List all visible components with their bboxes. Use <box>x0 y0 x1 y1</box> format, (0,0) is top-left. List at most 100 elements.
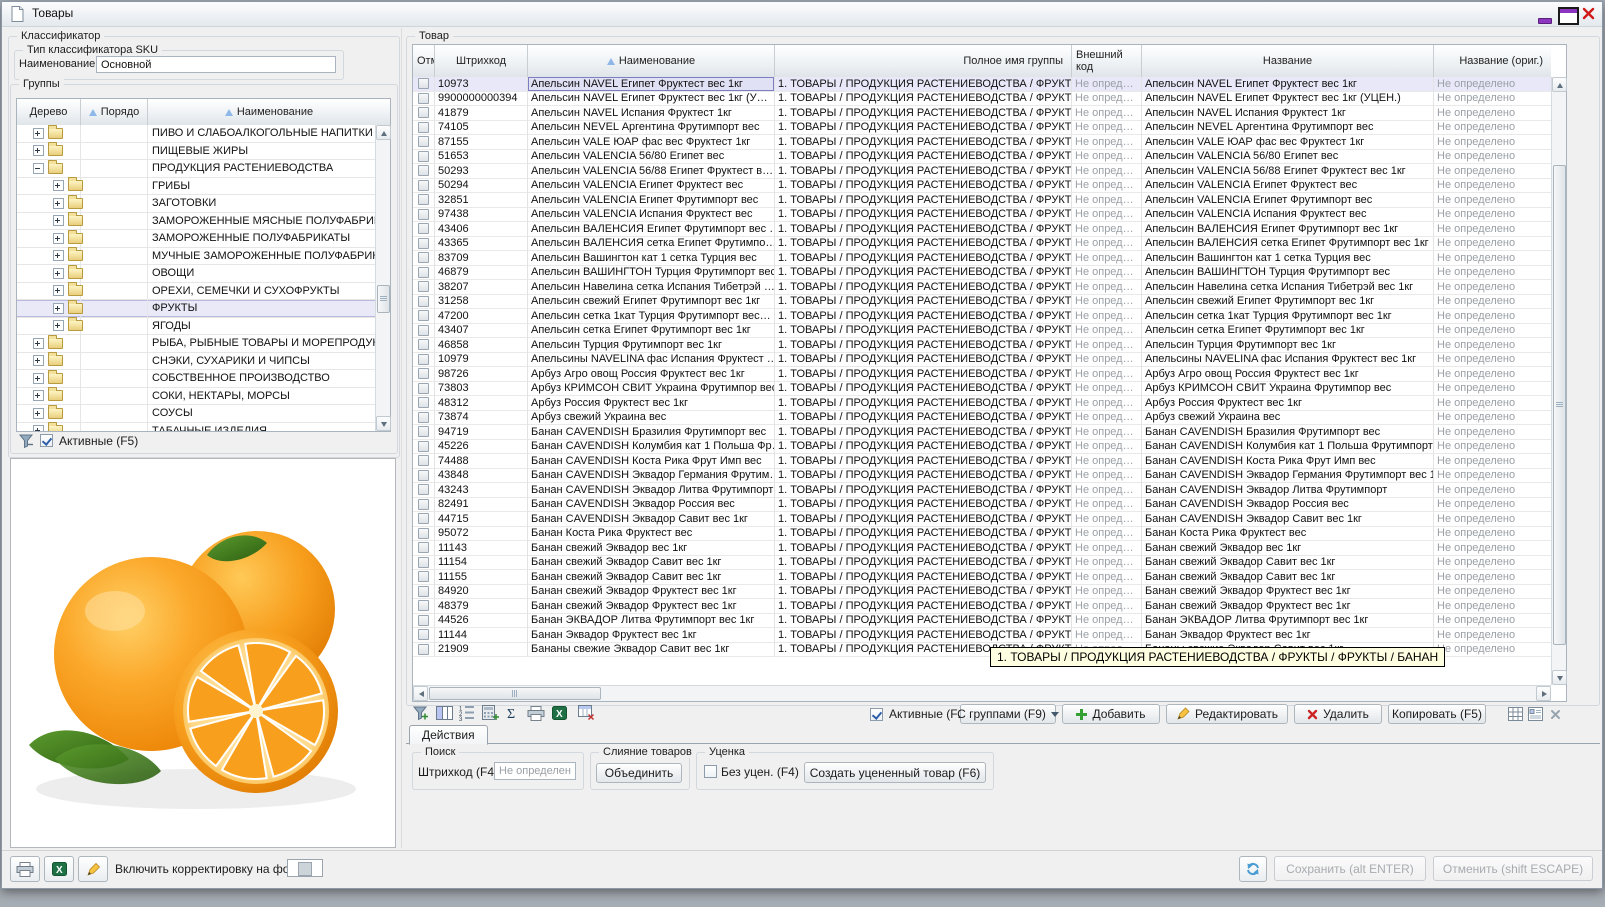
table-row[interactable]: 50293Апельсин VALENCIA 56/88 Египет Фрук… <box>413 164 1551 179</box>
expand-icon[interactable] <box>33 425 44 431</box>
expand-icon[interactable] <box>53 320 64 331</box>
expand-icon[interactable] <box>53 233 64 244</box>
calculator-icon[interactable] <box>482 705 499 721</box>
expand-icon[interactable] <box>33 355 44 366</box>
row-checkbox[interactable] <box>418 339 429 350</box>
table-row[interactable]: 82491Банан CAVENDISH Эквадор Россия вес1… <box>413 498 1551 513</box>
table-row[interactable]: 98726Арбуз Агро овощ Россия Фруктест вес… <box>413 367 1551 382</box>
panel-close-icon[interactable] <box>1550 709 1561 720</box>
row-checkbox[interactable] <box>418 368 429 379</box>
row-checkbox[interactable] <box>418 194 429 205</box>
row-checkbox[interactable] <box>418 107 429 118</box>
tree-item[interactable]: ПИЩЕВЫЕ ЖИРЫ <box>17 143 375 161</box>
tree-item[interactable]: ЯГОДЫ <box>17 318 375 336</box>
table-row[interactable]: 43848Банан CAVENDISH Эквадор Германия Фр… <box>413 469 1551 484</box>
expand-icon[interactable] <box>33 373 44 384</box>
col-header-ext-code[interactable]: Внешний код <box>1072 45 1142 77</box>
row-checkbox[interactable] <box>418 325 429 336</box>
tree-col-header-tree[interactable]: Дерево <box>17 99 81 125</box>
row-checkbox[interactable] <box>418 644 429 655</box>
tab-actions[interactable]: Действия <box>409 725 488 745</box>
create-markdown-button[interactable]: Создать уцененный товар (F6) <box>804 762 986 783</box>
print-icon[interactable] <box>527 706 545 721</box>
table-hscrollbar-thumb[interactable] <box>429 687 601 700</box>
row-checkbox[interactable] <box>418 455 429 466</box>
table-row[interactable]: 10973Апельсин NAVEL Египет Фруктест вес … <box>413 77 1551 92</box>
table-vscrollbar[interactable] <box>1551 77 1566 685</box>
classifier-name-input[interactable] <box>96 56 336 73</box>
table-row[interactable]: 87155Апельсин VALE ЮАР фас вес Фруктест … <box>413 135 1551 150</box>
scroll-up-icon[interactable] <box>376 125 391 140</box>
no-markdown-checkbox[interactable] <box>704 765 717 778</box>
row-checkbox[interactable] <box>418 136 429 147</box>
table-row[interactable]: 10979Апельсины NAVELINA фас Испания Фрук… <box>413 353 1551 368</box>
export-excel-button[interactable]: X <box>44 856 74 882</box>
table-row[interactable]: 43243Банан CAVENDISH Эквадор Литва Фрути… <box>413 483 1551 498</box>
search-barcode-input[interactable] <box>494 762 576 780</box>
collapse-icon[interactable] <box>33 163 44 174</box>
with-groups-dropdown[interactable]: С группами (F9) <box>960 704 1056 724</box>
tree-col-header-name[interactable]: Наименование <box>148 99 390 125</box>
tree-item[interactable]: ЗАМОРОЖЕННЫЕ МЯСНЫЕ ПОЛУФАБРИКАТЫ <box>17 213 375 231</box>
tree-item[interactable]: СНЭКИ, СУХАРИКИ И ЧИПСЫ <box>17 353 375 371</box>
scroll-down-icon[interactable] <box>376 416 391 431</box>
table-row[interactable]: 44715Банан CAVENDISH Эквадор Савит вес 1… <box>413 512 1551 527</box>
expand-icon[interactable] <box>53 268 64 279</box>
tree-item[interactable]: МУЧНЫЕ ЗАМОРОЖЕННЫЕ ПОЛУФАБРИКАТЫ <box>17 248 375 266</box>
expand-icon[interactable] <box>33 145 44 156</box>
minimize-button[interactable] <box>1538 18 1552 24</box>
merge-button[interactable]: Объединить <box>596 763 682 783</box>
row-checkbox[interactable] <box>418 267 429 278</box>
tree-item[interactable]: ОВОЩИ <box>17 265 375 283</box>
expand-icon[interactable] <box>33 128 44 139</box>
expand-icon[interactable] <box>53 285 64 296</box>
add-button[interactable]: Добавить <box>1062 704 1160 724</box>
table-vscrollbar-thumb[interactable] <box>1553 165 1566 645</box>
tree-item[interactable]: ФРУКТЫ <box>17 300 375 318</box>
row-checkbox[interactable] <box>418 615 429 626</box>
pane-splitter[interactable] <box>401 28 402 848</box>
expand-icon[interactable] <box>53 215 64 226</box>
col-header-title-orig[interactable]: Название (ориг.) <box>1434 45 1551 77</box>
row-checkbox[interactable] <box>418 499 429 510</box>
scroll-left-icon[interactable] <box>413 686 428 701</box>
grid-view-icon[interactable] <box>1508 707 1523 721</box>
enable-correction-checkbox[interactable] <box>287 859 323 877</box>
row-checkbox[interactable] <box>418 586 429 597</box>
row-checkbox[interactable] <box>418 165 429 176</box>
tree-item[interactable]: РЫБА, РЫБНЫЕ ТОВАРЫ И МОРЕПРОДУКТЫ <box>17 335 375 353</box>
row-checkbox[interactable] <box>418 542 429 553</box>
table-row[interactable]: 73803Арбуз КРИМСОН СВИТ Украина Фрутимпо… <box>413 382 1551 397</box>
detail-view-icon[interactable] <box>1528 707 1543 721</box>
row-checkbox[interactable] <box>418 441 429 452</box>
table-row[interactable]: 84920Банан свежий Эквадор Фруктест вес 1… <box>413 585 1551 600</box>
expand-icon[interactable] <box>33 390 44 401</box>
refresh-button[interactable] <box>1239 856 1267 882</box>
scroll-right-icon[interactable] <box>1536 686 1551 701</box>
table-row[interactable]: 43406Апельсин ВАЛЕНСИЯ Египет Фрутимпорт… <box>413 222 1551 237</box>
row-checkbox[interactable] <box>418 252 429 263</box>
table-active-checkbox[interactable] <box>870 708 883 721</box>
col-header-check[interactable]: Отм <box>413 45 435 77</box>
save-button[interactable]: Сохранить (alt ENTER) <box>1274 856 1426 881</box>
tree-item[interactable]: ЗАМОРОЖЕННЫЕ ПОЛУФАБРИКАТЫ <box>17 230 375 248</box>
row-checkbox[interactable] <box>418 571 429 582</box>
copy-button[interactable]: Копировать (F5) <box>1388 704 1486 724</box>
table-row[interactable]: 11143Банан свежий Эквадор вес 1кг1. ТОВА… <box>413 541 1551 556</box>
row-checkbox[interactable] <box>418 412 429 423</box>
row-checkbox[interactable] <box>418 528 429 539</box>
table-row[interactable]: 45226Банан CAVENDISH Колумбия кат 1 Поль… <box>413 440 1551 455</box>
tree-item[interactable]: ТАБАЧНЫЕ ИЗДЕЛИЯ <box>17 423 375 432</box>
row-checkbox[interactable] <box>418 151 429 162</box>
row-checkbox[interactable] <box>418 484 429 495</box>
table-row[interactable]: 95072Банан Коста Рика Фруктест вес1. ТОВ… <box>413 527 1551 542</box>
row-checkbox[interactable] <box>418 557 429 568</box>
filter-icon[interactable] <box>18 434 34 449</box>
table-row[interactable]: 47200Апельсин сетка 1кат Турция Фрутимпо… <box>413 309 1551 324</box>
row-checkbox[interactable] <box>418 310 429 321</box>
tree-item[interactable]: ОРЕХИ, СЕМЕЧКИ И СУХОФРУКТЫ <box>17 283 375 301</box>
row-checkbox[interactable] <box>418 180 429 191</box>
tree-item[interactable]: СОБСТВЕННОЕ ПРОИЗВОДСТВО <box>17 370 375 388</box>
edit-form-button[interactable] <box>78 856 108 882</box>
row-checkbox[interactable] <box>418 223 429 234</box>
